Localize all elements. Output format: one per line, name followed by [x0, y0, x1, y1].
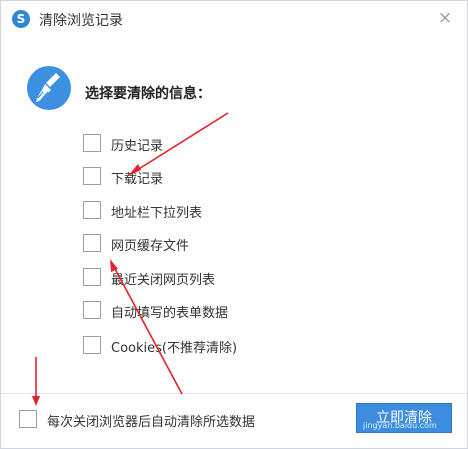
watermark: jingyan.baidu.com [363, 421, 437, 430]
option-label: Cookies(不推荐清除) [111, 341, 238, 356]
checkbox[interactable] [83, 336, 101, 354]
option-label: 下载记录 [111, 172, 164, 187]
sogou-browser-icon: S [12, 10, 30, 28]
checkbox[interactable] [83, 201, 101, 219]
title-bar: S 清除浏览记录 × [1, 1, 467, 37]
footer-divider [1, 393, 467, 394]
option-label: 最近关闭网页列表 [111, 273, 216, 288]
section-heading: 选择要清除的信息： [85, 86, 211, 102]
dialog-title: 清除浏览记录 [39, 13, 123, 29]
auto-clear-label: 每次关闭浏览器后自动清除所选数据 [47, 415, 256, 430]
option-label: 地址栏下拉列表 [111, 206, 203, 221]
clear-history-dialog: S 清除浏览记录 × 选择要清除的信息： 历史记录 下载记录 地址栏下拉列表 网… [0, 0, 468, 449]
checkbox[interactable] [83, 134, 101, 152]
auto-clear-checkbox[interactable] [19, 410, 37, 428]
checkbox[interactable] [83, 167, 101, 185]
checkbox[interactable] [83, 268, 101, 286]
option-label: 自动填写的表单数据 [111, 306, 229, 321]
option-label: 历史记录 [111, 139, 164, 154]
checkbox[interactable] [83, 234, 101, 252]
checkbox[interactable] [83, 301, 101, 319]
option-label: 网页缓存文件 [111, 239, 190, 254]
close-icon[interactable]: × [435, 8, 455, 28]
broom-icon [27, 66, 71, 110]
